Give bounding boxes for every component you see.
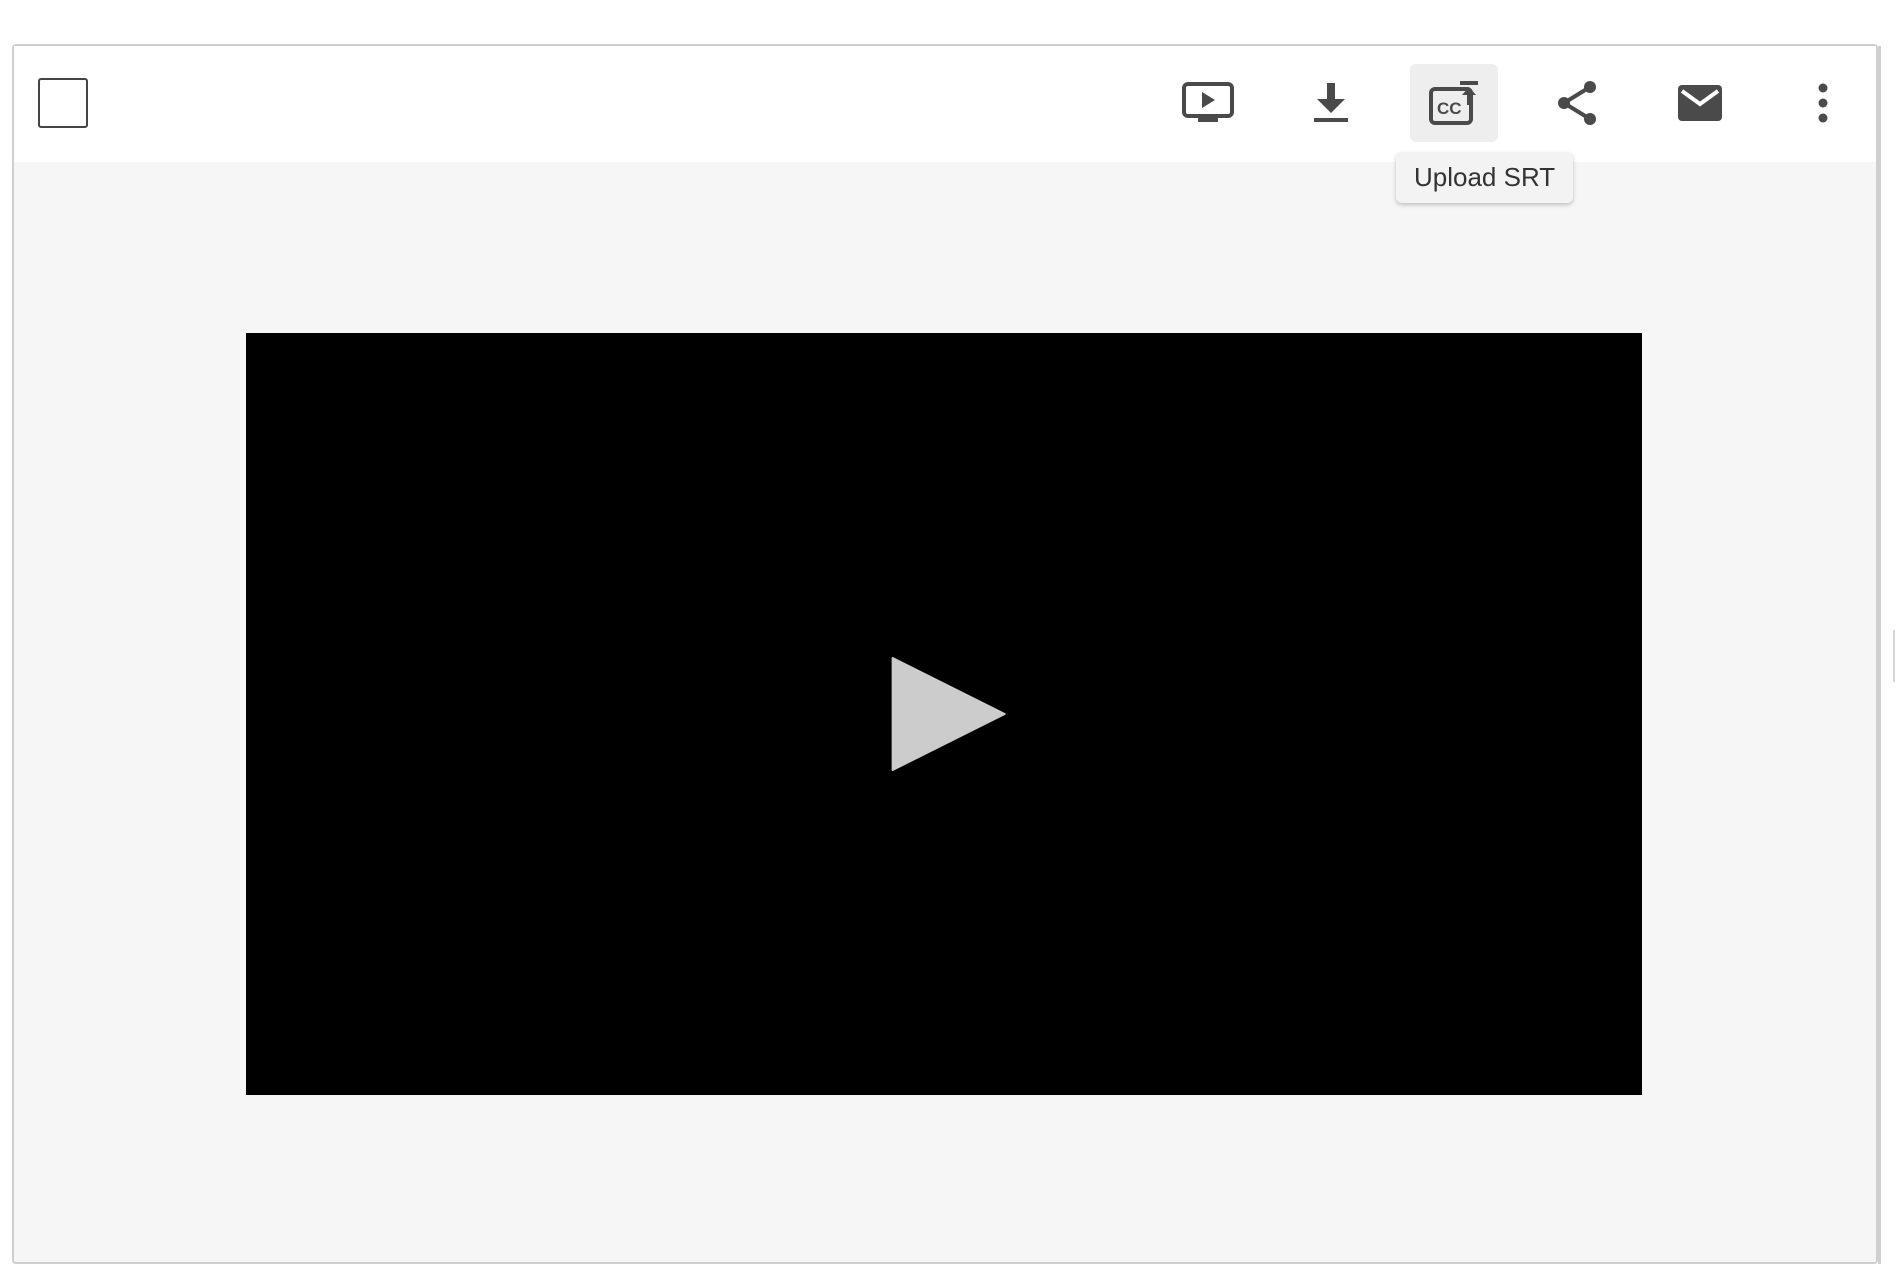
more-vertical-icon: [1818, 83, 1828, 123]
share-icon: [1558, 81, 1596, 125]
email-button[interactable]: [1656, 64, 1744, 142]
play-icon[interactable]: [891, 656, 1007, 772]
upload-srt-tooltip: Upload SRT: [1396, 152, 1574, 203]
video-player[interactable]: [246, 333, 1642, 1095]
closed-caption-upload-icon: CC: [1429, 81, 1478, 125]
mail-icon: [1678, 85, 1722, 121]
card-edge-shadow: [1878, 46, 1881, 1264]
present-to-all-icon: [1182, 82, 1234, 122]
share-button[interactable]: [1533, 64, 1621, 142]
download-button[interactable]: [1287, 64, 1375, 142]
svg-text:CC: CC: [1437, 99, 1462, 118]
upload-srt-button[interactable]: CC: [1410, 64, 1498, 142]
scroll-handle[interactable]: [1893, 630, 1895, 682]
toolbar: CC: [14, 46, 1876, 162]
select-checkbox[interactable]: [38, 78, 88, 128]
more-options-button[interactable]: [1779, 64, 1867, 142]
present-button[interactable]: [1164, 64, 1252, 142]
download-icon: [1314, 83, 1348, 122]
video-card: CC Upload SRT: [12, 44, 1878, 1264]
